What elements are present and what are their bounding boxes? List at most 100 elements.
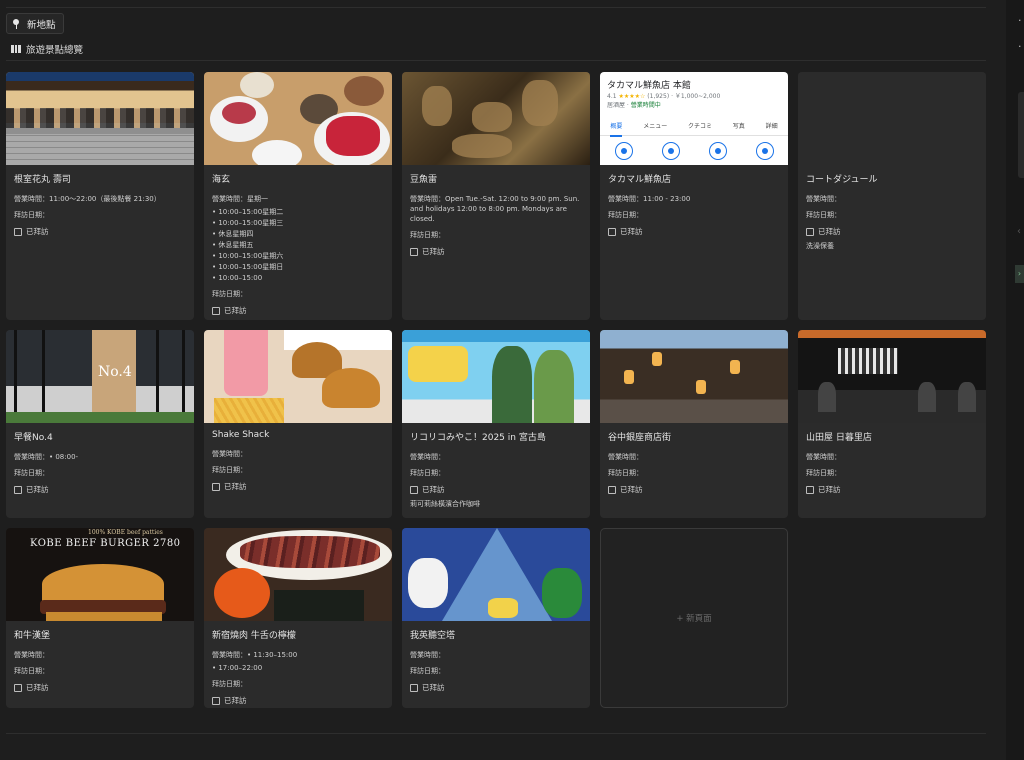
website-icon (755, 142, 774, 160)
visit-date-row: 拜訪日期： (410, 469, 445, 477)
store-sign: No.4 (98, 364, 132, 380)
place-card[interactable]: No.4 早餐No.4 營業時間：• 08:00- 拜訪日期： 已拜訪 (6, 330, 194, 518)
pin-icon (13, 18, 19, 29)
place-note: 莉可莉絲橫濱合作咖啡 (410, 500, 480, 508)
chevron-left-icon[interactable]: ‹ (1017, 226, 1021, 237)
place-note: 洗澡保養 (806, 242, 834, 250)
directions-icon (661, 142, 680, 160)
place-name: 和牛漢堡 (14, 631, 51, 641)
place-name: 我英聽空塔 (410, 631, 456, 641)
place-card[interactable]: 山田屋 日暮里店 營業時間： 拜訪日期： 已拜訪 (798, 330, 986, 518)
visited-checkbox[interactable]: 已拜訪 (608, 484, 780, 495)
place-card[interactable]: 100% KOBE beef patties KOBE BEEF BURGER … (6, 528, 194, 708)
place-name: タカマル鮮魚店 (608, 175, 672, 185)
place-image: No.4 (6, 330, 194, 423)
hours-row: 營業時間： (608, 453, 643, 461)
maps-tab: クチコミ (687, 123, 712, 130)
checkbox-icon[interactable] (806, 485, 814, 494)
hours-list: • 10:00–15:00星期二 • 10:00–15:00星期三 • 休息星期… (212, 208, 284, 282)
place-name: コートダジュール (806, 175, 878, 185)
visit-date-row: 拜訪日期： (212, 680, 247, 688)
section-header: 旅遊景點總覽 (11, 42, 83, 56)
hours-value: 11:00～22:00（最後點餐 21:30） (49, 195, 161, 203)
place-image (402, 72, 590, 165)
star-icon: ★★★★☆ (618, 93, 646, 100)
checkbox-icon[interactable] (212, 482, 220, 491)
visited-checkbox[interactable]: 已拜訪 (14, 682, 186, 693)
side-panel-preview (1018, 92, 1024, 178)
place-image (204, 528, 392, 621)
maps-actions (600, 142, 788, 160)
visited-checkbox[interactable]: 已拜訪 (410, 246, 582, 257)
place-card[interactable]: リコリコみやこ！2025 in 宮古島 營業時間： 拜訪日期： 已拜訪 莉可莉絲… (402, 330, 590, 518)
place-card[interactable]: 我英聽空塔 營業時間： 拜訪日期： 已拜訪 (402, 528, 590, 708)
place-image (204, 330, 392, 423)
checkbox-icon[interactable] (410, 485, 418, 494)
new-page-button[interactable]: + 新頁面 (600, 528, 788, 708)
visited-checkbox[interactable]: 已拜訪 (212, 305, 384, 316)
place-name: リコリコみやこ！2025 in 宮古島 (410, 433, 546, 443)
visited-checkbox[interactable]: 已拜訪 (14, 226, 186, 237)
place-image (6, 72, 194, 165)
place-image (600, 330, 788, 423)
visited-checkbox[interactable]: 已拜訪 (14, 484, 186, 495)
place-card[interactable]: タカマル鮮魚店 本館 4.1 ★★★★☆ (1,925) · ￥1,000~2,… (600, 72, 788, 320)
hours-value: • 08:00- (49, 453, 79, 461)
checkbox-icon[interactable] (14, 227, 22, 236)
visit-date-row: 拜訪日期： (14, 469, 49, 477)
hours-row: 營業時間：星期一 (212, 195, 268, 203)
checkbox-icon[interactable] (212, 696, 220, 705)
hours-row: 營業時間： (806, 195, 841, 203)
visited-checkbox[interactable]: 已拜訪 (806, 484, 978, 495)
visit-date-row: 拜訪日期： (14, 211, 49, 219)
checkbox-icon[interactable] (410, 683, 418, 692)
visited-checkbox[interactable]: 已拜訪 (806, 226, 978, 237)
checkbox-icon[interactable] (410, 247, 418, 256)
maps-title: タカマル鮮魚店 本館 (607, 81, 691, 91)
place-name: 早餐No.4 (14, 433, 53, 443)
maps-tab: 写真 (732, 123, 745, 130)
place-card[interactable]: 谷中銀座商店街 營業時間： 拜訪日期： 已拜訪 (600, 330, 788, 518)
hours-row: 營業時間： (14, 651, 49, 659)
hours-row: 營業時間：Open Tue.-Sat. 12:00 to 9:00 pm. Su… (410, 195, 580, 223)
place-image-empty (798, 72, 986, 165)
place-name: 谷中銀座商店街 (608, 433, 672, 443)
checkbox-icon[interactable] (608, 227, 616, 236)
burger-subtitle: 100% KOBE beef patties (88, 529, 163, 536)
place-card[interactable]: コートダジュール 營業時間： 拜訪日期： 已拜訪 洗澡保養 (798, 72, 986, 320)
place-card[interactable]: 根室花丸 壽司 營業時間：11:00～22:00（最後點餐 21:30） 拜訪日… (6, 72, 194, 320)
place-name: 山田屋 日暮里店 (806, 433, 872, 443)
add-location-button[interactable]: 新地點 (6, 13, 64, 34)
visited-checkbox[interactable]: 已拜訪 (410, 484, 582, 495)
side-panel-tab[interactable]: › (1015, 265, 1024, 283)
section-title: 旅遊景點總覽 (26, 45, 84, 56)
place-card[interactable]: 豆魚雷 營業時間：Open Tue.-Sat. 12:00 to 9:00 pm… (402, 72, 590, 320)
place-card[interactable]: 海玄 營業時間：星期一 • 10:00–15:00星期二 • 10:00–15:… (204, 72, 392, 320)
visited-checkbox[interactable]: 已拜訪 (212, 695, 384, 706)
place-name: 豆魚雷 (410, 175, 438, 185)
hours-row: 營業時間： (806, 453, 841, 461)
hours-row: 營業時間： (410, 453, 445, 461)
visited-checkbox[interactable]: 已拜訪 (212, 481, 384, 492)
place-name: 海玄 (212, 175, 231, 185)
checkbox-icon[interactable] (608, 485, 616, 494)
hours-row: 營業時間：11:00 - 23:00 (608, 195, 691, 203)
checkbox-icon[interactable] (212, 306, 220, 315)
checkbox-icon[interactable] (14, 485, 22, 494)
visited-checkbox[interactable]: 已拜訪 (608, 226, 780, 237)
checkbox-icon[interactable] (806, 227, 814, 236)
places-gallery: 根室花丸 壽司 營業時間：11:00～22:00（最後點餐 21:30） 拜訪日… (6, 72, 986, 708)
place-name: 新宿燒肉 牛舌の檸檬 (212, 631, 296, 641)
top-divider (6, 7, 986, 8)
place-card[interactable]: Shake Shack 營業時間： 拜訪日期： 已拜訪 (204, 330, 392, 518)
visit-date-row: 拜訪日期： (410, 231, 445, 239)
maps-tab: 概要 (610, 121, 623, 137)
visited-checkbox[interactable]: 已拜訪 (410, 682, 582, 693)
place-image (798, 330, 986, 423)
checkbox-icon[interactable] (14, 683, 22, 692)
place-card[interactable]: 新宿燒肉 牛舌の檸檬 營業時間：• 11:30–15:00 • 17:00–22… (204, 528, 392, 708)
visit-date-row: 拜訪日期： (212, 466, 247, 474)
visit-date-row: 拜訪日期： (608, 469, 643, 477)
visit-date-row: 拜訪日期： (608, 211, 643, 219)
hours-value: 11:00 - 23:00 (643, 195, 691, 203)
